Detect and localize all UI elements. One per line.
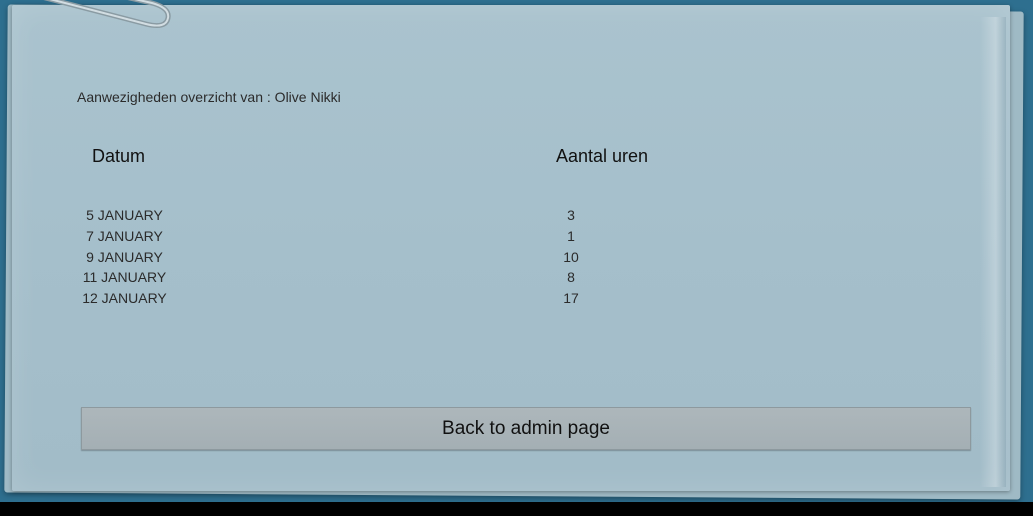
column-header-date: Datum (92, 146, 146, 166)
row-hours: 17 (563, 290, 579, 307)
table-row: 7 JANUARY 1 (0, 227, 700, 248)
paper-curl (980, 17, 1006, 487)
page-title: Aanwezigheden overzicht van : Olive Nikk… (77, 89, 341, 105)
row-hours: 3 (567, 207, 575, 223)
table-row: 5 JANUARY 3 (0, 206, 700, 227)
row-date: 12 JANUARY (82, 290, 167, 307)
bottom-bar (0, 502, 1033, 516)
table-row: 9 JANUARY 10 (0, 248, 700, 269)
row-date: 7 JANUARY (86, 227, 163, 244)
row-hours: 8 (567, 269, 575, 286)
attendance-list: 5 JANUARY 3 7 JANUARY 1 9 JANUARY 10 11 … (0, 206, 700, 310)
row-hours: 1 (567, 227, 575, 244)
app-frame: Aanwezigheden overzicht van : Olive Nikk… (0, 0, 1033, 502)
row-date: 9 JANUARY (86, 248, 163, 265)
paperclip-icon (43, 0, 171, 28)
table-row: 12 JANUARY 17 (0, 289, 700, 310)
column-header-hours: Aantal uren (556, 146, 649, 166)
row-date: 11 JANUARY (82, 269, 167, 286)
row-hours: 10 (563, 248, 579, 265)
table-row: 11 JANUARY 8 (0, 268, 700, 289)
back-to-admin-button[interactable]: Back to admin page (81, 407, 971, 450)
row-date: 5 JANUARY (86, 207, 163, 223)
